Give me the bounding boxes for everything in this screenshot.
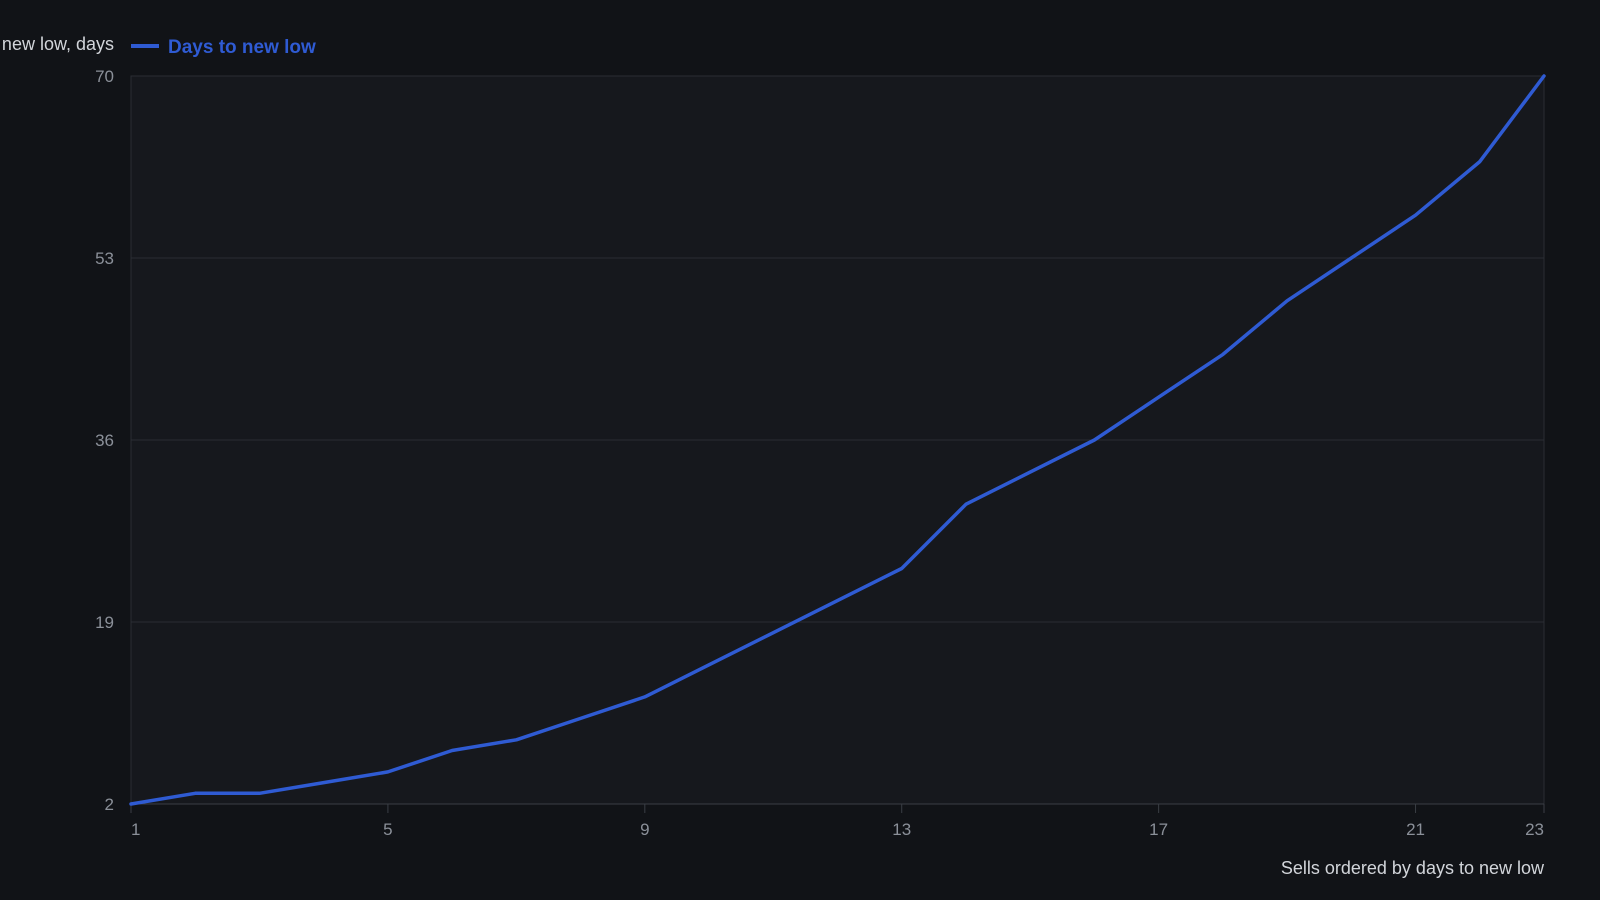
x-tick-label: 23 bbox=[1525, 820, 1544, 839]
y-axis-title: Days to new low, days bbox=[0, 34, 114, 54]
x-tick-label: 9 bbox=[640, 820, 649, 839]
x-tick-label: 1 bbox=[131, 820, 140, 839]
legend-label: Days to new low bbox=[168, 37, 316, 58]
y-axis-ticks: 2 19 36 53 70 bbox=[95, 67, 114, 814]
x-tick-label: 21 bbox=[1406, 820, 1425, 839]
x-axis-title: Sells ordered by days to new low bbox=[1281, 858, 1545, 878]
y-tick-label: 53 bbox=[95, 249, 114, 268]
y-tick-label: 2 bbox=[105, 795, 114, 814]
line-chart: 1 5 9 13 17 21 23 2 19 36 53 70 Days to new low, d… bbox=[0, 34, 1546, 878]
y-tick-label: 19 bbox=[95, 613, 114, 632]
x-tick-label: 17 bbox=[1149, 820, 1168, 839]
y-tick-label: 36 bbox=[95, 431, 114, 450]
x-tick-label: 13 bbox=[892, 820, 911, 839]
x-tick-label: 5 bbox=[383, 820, 392, 839]
x-axis-ticks: 1 5 9 13 17 21 23 bbox=[130, 803, 1545, 839]
y-tick-label: 70 bbox=[95, 67, 114, 86]
